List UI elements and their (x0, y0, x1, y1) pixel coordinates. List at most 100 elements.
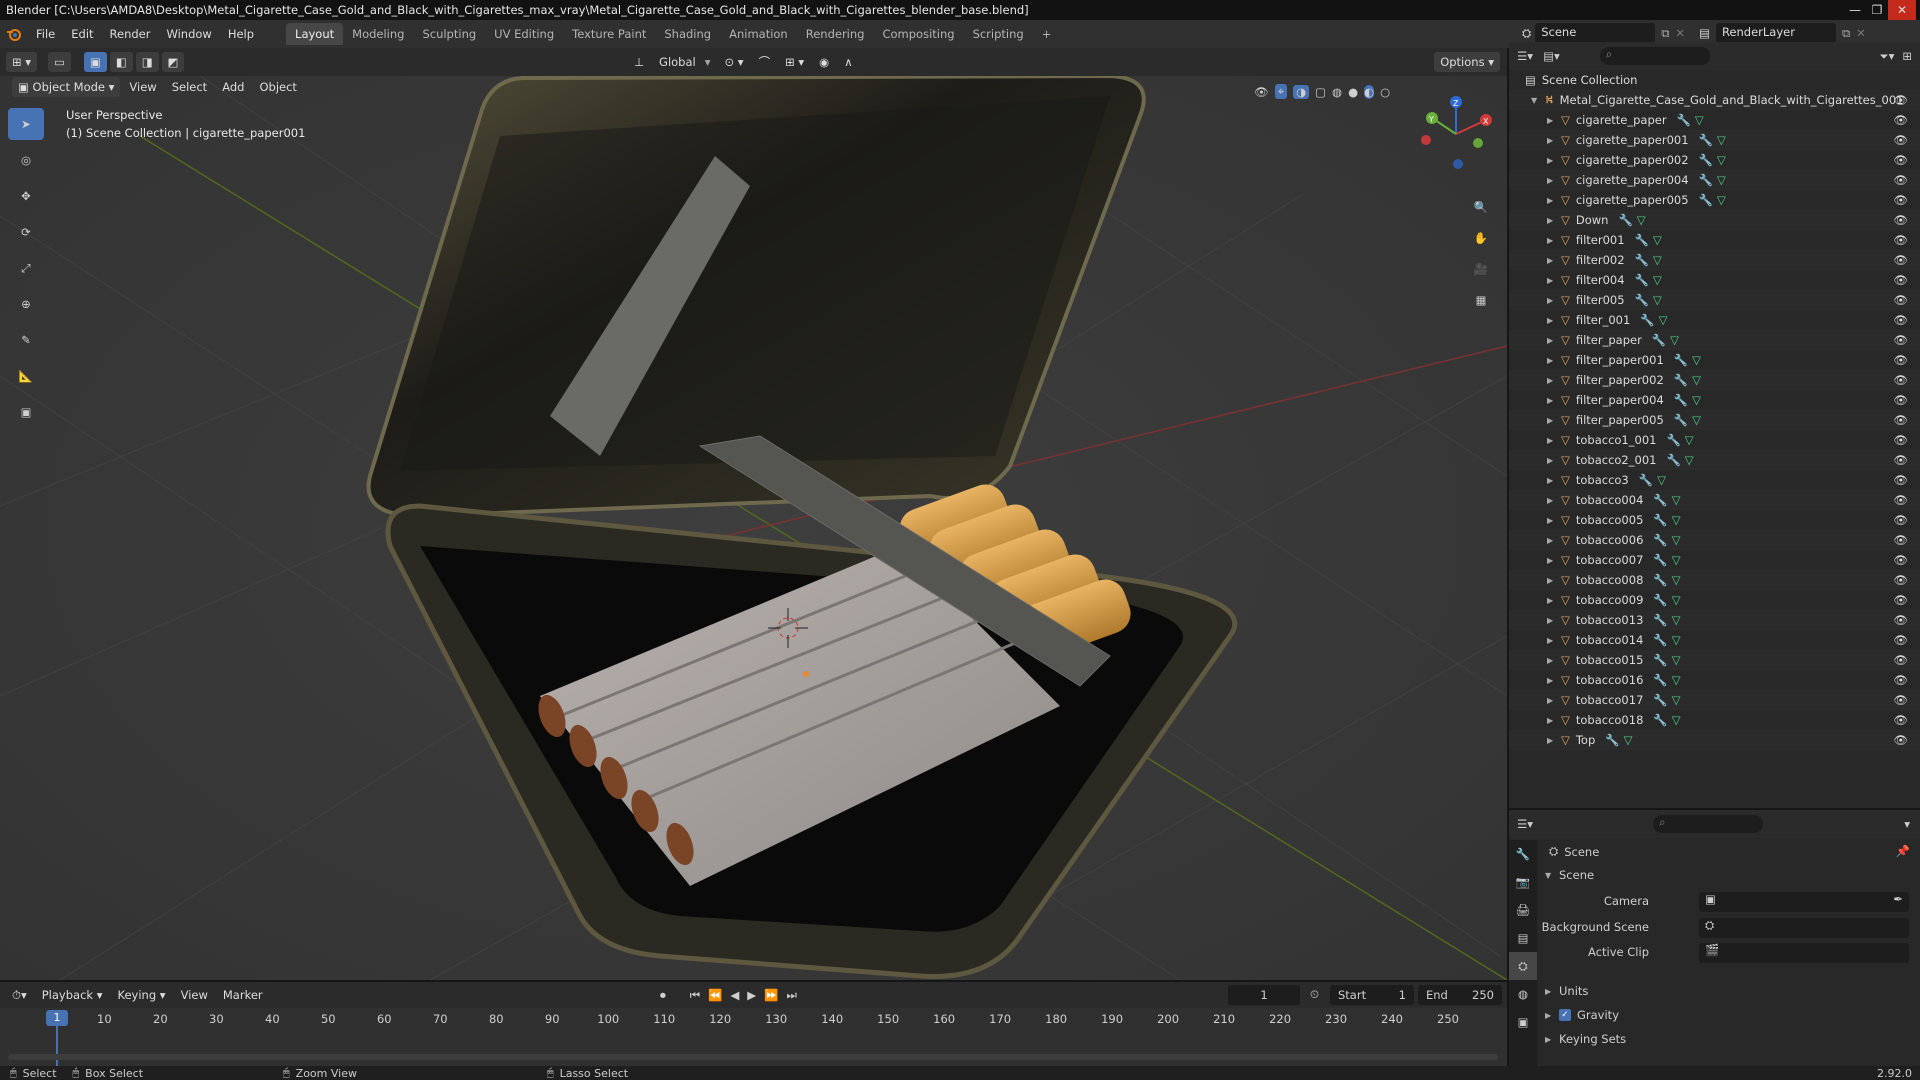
modifier-icon[interactable]: 🔧 (1653, 653, 1667, 667)
modifier-icon[interactable]: 🔧 (1653, 493, 1667, 507)
mesh-data-icon[interactable]: ▽ (1692, 373, 1701, 387)
annotate-tool-icon[interactable]: ✎ (8, 324, 44, 356)
outliner-item[interactable]: ▶ ▽ Top 🔧 ▽ 👁 (1509, 730, 1920, 750)
outliner-item[interactable]: ▶ ▽ Down 🔧 ▽ 👁 (1509, 210, 1920, 230)
modifier-icon[interactable]: 🔧 (1699, 173, 1713, 187)
expand-icon[interactable]: ▶ (1547, 536, 1561, 545)
output-tab-icon[interactable]: 🖨 (1509, 896, 1537, 924)
mesh-data-icon[interactable]: ▽ (1672, 713, 1681, 727)
menu-edit[interactable]: Edit (63, 23, 101, 45)
modifier-icon[interactable]: 🔧 (1652, 333, 1666, 347)
menu-add[interactable]: Add (216, 77, 250, 97)
mesh-data-icon[interactable]: ▽ (1717, 193, 1726, 207)
modifier-icon[interactable]: 🔧 (1677, 113, 1691, 127)
playback-menu[interactable]: Playback ▾ (36, 985, 109, 1005)
select-mode-new-icon[interactable]: ▣ (83, 52, 107, 72)
new-collection-icon[interactable]: ⊞ (1902, 49, 1912, 63)
scene-icon[interactable]: ⛭ (1522, 26, 1531, 41)
expand-icon[interactable]: ▶ (1547, 636, 1561, 645)
select-mode-intersect-icon[interactable]: ◩ (161, 52, 185, 72)
modifier-icon[interactable]: 🔧 (1653, 613, 1667, 627)
outliner-item[interactable]: ▶ ▽ tobacco014 🔧 ▽ 👁 (1509, 630, 1920, 650)
current-frame-field[interactable]: 1 (1228, 985, 1300, 1005)
mesh-data-icon[interactable]: ▽ (1692, 413, 1701, 427)
active-clip-field[interactable]: 🎬 (1699, 943, 1909, 963)
expand-icon[interactable]: ▶ (1547, 576, 1561, 585)
marker-menu[interactable]: Marker (217, 985, 269, 1005)
scene-tab-icon[interactable]: ⛭ (1509, 952, 1537, 980)
mesh-data-icon[interactable]: ▽ (1672, 693, 1681, 707)
outliner-editor-icon[interactable]: ☰▾ (1517, 49, 1533, 63)
transform-orientation-icon[interactable]: ⊥ (628, 52, 650, 72)
outliner-item[interactable]: ▶ ▽ tobacco013 🔧 ▽ 👁 (1509, 610, 1920, 630)
outliner-item[interactable]: ▶ ▽ filter_paper001 🔧 ▽ 👁 (1509, 350, 1920, 370)
mesh-data-icon[interactable]: ▽ (1672, 573, 1681, 587)
outliner-search-input[interactable]: ⌕ (1599, 47, 1710, 65)
view-layer-tab-icon[interactable]: ▤ (1509, 924, 1537, 952)
visibility-eye-icon[interactable]: 👁 (1893, 593, 1908, 607)
menu-render[interactable]: Render (102, 23, 159, 45)
visibility-eye-icon[interactable]: 👁 (1893, 733, 1908, 747)
ortho-grid-icon[interactable]: ▦ (1468, 287, 1494, 313)
outliner-item[interactable]: ▶ ▽ tobacco2_001 🔧 ▽ 👁 (1509, 450, 1920, 470)
render-layer-selector[interactable]: RenderLayer (1715, 23, 1836, 43)
outliner-item[interactable]: ▶ ▽ filter005 🔧 ▽ 👁 (1509, 290, 1920, 310)
outliner-item[interactable]: ▶ ▽ filter_001 🔧 ▽ 👁 (1509, 310, 1920, 330)
mesh-data-icon[interactable]: ▽ (1672, 613, 1681, 627)
expand-icon[interactable]: ▶ (1547, 256, 1561, 265)
modifier-icon[interactable]: 🔧 (1639, 473, 1653, 487)
play-reverse-icon[interactable]: ◀ (730, 988, 739, 1002)
mesh-data-icon[interactable]: ▽ (1692, 393, 1701, 407)
modifier-icon[interactable]: 🔧 (1635, 253, 1649, 267)
orientation-dropdown[interactable]: Global (653, 52, 702, 72)
add-workspace-icon[interactable]: + (1033, 23, 1061, 45)
display-mode-icon[interactable]: ▤▾ (1543, 49, 1560, 63)
visibility-eye-icon[interactable]: 👁 (1893, 153, 1908, 167)
expand-icon[interactable]: ▶ (1547, 596, 1561, 605)
modifier-icon[interactable]: 🔧 (1653, 593, 1667, 607)
visibility-eye-icon[interactable]: 👁 (1893, 613, 1908, 627)
expand-icon[interactable]: ▶ (1547, 476, 1561, 485)
world-tab-icon[interactable]: ◍ (1509, 980, 1537, 1008)
modifier-icon[interactable]: 🔧 (1653, 673, 1667, 687)
start-frame-field[interactable]: Start 1 (1330, 985, 1414, 1005)
new-scene-icon[interactable]: ⧉ (1661, 26, 1669, 41)
modifier-icon[interactable]: 🔧 (1666, 453, 1680, 467)
jump-start-icon[interactable]: ⏮ (690, 988, 700, 1003)
tab-texture-paint[interactable]: Texture Paint (563, 23, 655, 45)
modifier-icon[interactable]: 🔧 (1605, 733, 1619, 747)
gravity-panel-header[interactable]: ▶ ✓ Gravity (1545, 1008, 1619, 1022)
visibility-eye-icon[interactable]: 👁 (1893, 533, 1908, 547)
modifier-icon[interactable]: 🔧 (1653, 533, 1667, 547)
modifier-icon[interactable]: 🔧 (1666, 433, 1680, 447)
outliner-item[interactable]: ▶ ▽ tobacco009 🔧 ▽ 👁 (1509, 590, 1920, 610)
outliner-item[interactable]: ▶ ▽ tobacco008 🔧 ▽ 👁 (1509, 570, 1920, 590)
visibility-eye-icon[interactable]: 👁 (1893, 313, 1908, 327)
record-icon[interactable]: ⏺ (660, 988, 666, 1003)
mesh-data-icon[interactable]: ▽ (1659, 313, 1668, 327)
zoom-icon[interactable]: 🔍 (1468, 194, 1494, 220)
modifier-icon[interactable]: 🔧 (1618, 213, 1632, 227)
view-layer-icon[interactable]: ▤ (1699, 26, 1710, 40)
properties-search-input[interactable]: ⌕ (1653, 815, 1764, 833)
mesh-data-icon[interactable]: ▽ (1685, 433, 1694, 447)
expand-icon[interactable]: ▶ (1547, 116, 1561, 125)
editor-type-button[interactable]: ⊞ ▾ (6, 52, 38, 72)
prev-keyframe-icon[interactable]: ⏪ (708, 988, 722, 1002)
visibility-eye-icon[interactable]: 👁 (1893, 433, 1908, 447)
modifier-icon[interactable]: 🔧 (1635, 273, 1649, 287)
mesh-data-icon[interactable]: ▽ (1657, 473, 1666, 487)
background-scene-field[interactable]: ⛭ (1699, 918, 1909, 938)
visibility-eye-icon[interactable]: 👁 (1893, 113, 1908, 127)
expand-icon[interactable]: ▶ (1547, 356, 1561, 365)
mesh-data-icon[interactable]: ▽ (1653, 253, 1662, 267)
playhead[interactable]: 1 (46, 1010, 68, 1026)
visibility-eye-icon[interactable]: 👁 (1893, 253, 1908, 267)
mesh-data-icon[interactable]: ▽ (1695, 113, 1704, 127)
modifier-icon[interactable]: 🔧 (1653, 693, 1667, 707)
object-mode-dropdown[interactable]: ▣ Object Mode ▾ (12, 77, 121, 97)
next-keyframe-icon[interactable]: ⏩ (764, 988, 778, 1002)
modifier-icon[interactable]: 🔧 (1635, 233, 1649, 247)
blender-logo-icon[interactable] (0, 23, 28, 45)
expand-icon[interactable]: ▶ (1547, 376, 1561, 385)
